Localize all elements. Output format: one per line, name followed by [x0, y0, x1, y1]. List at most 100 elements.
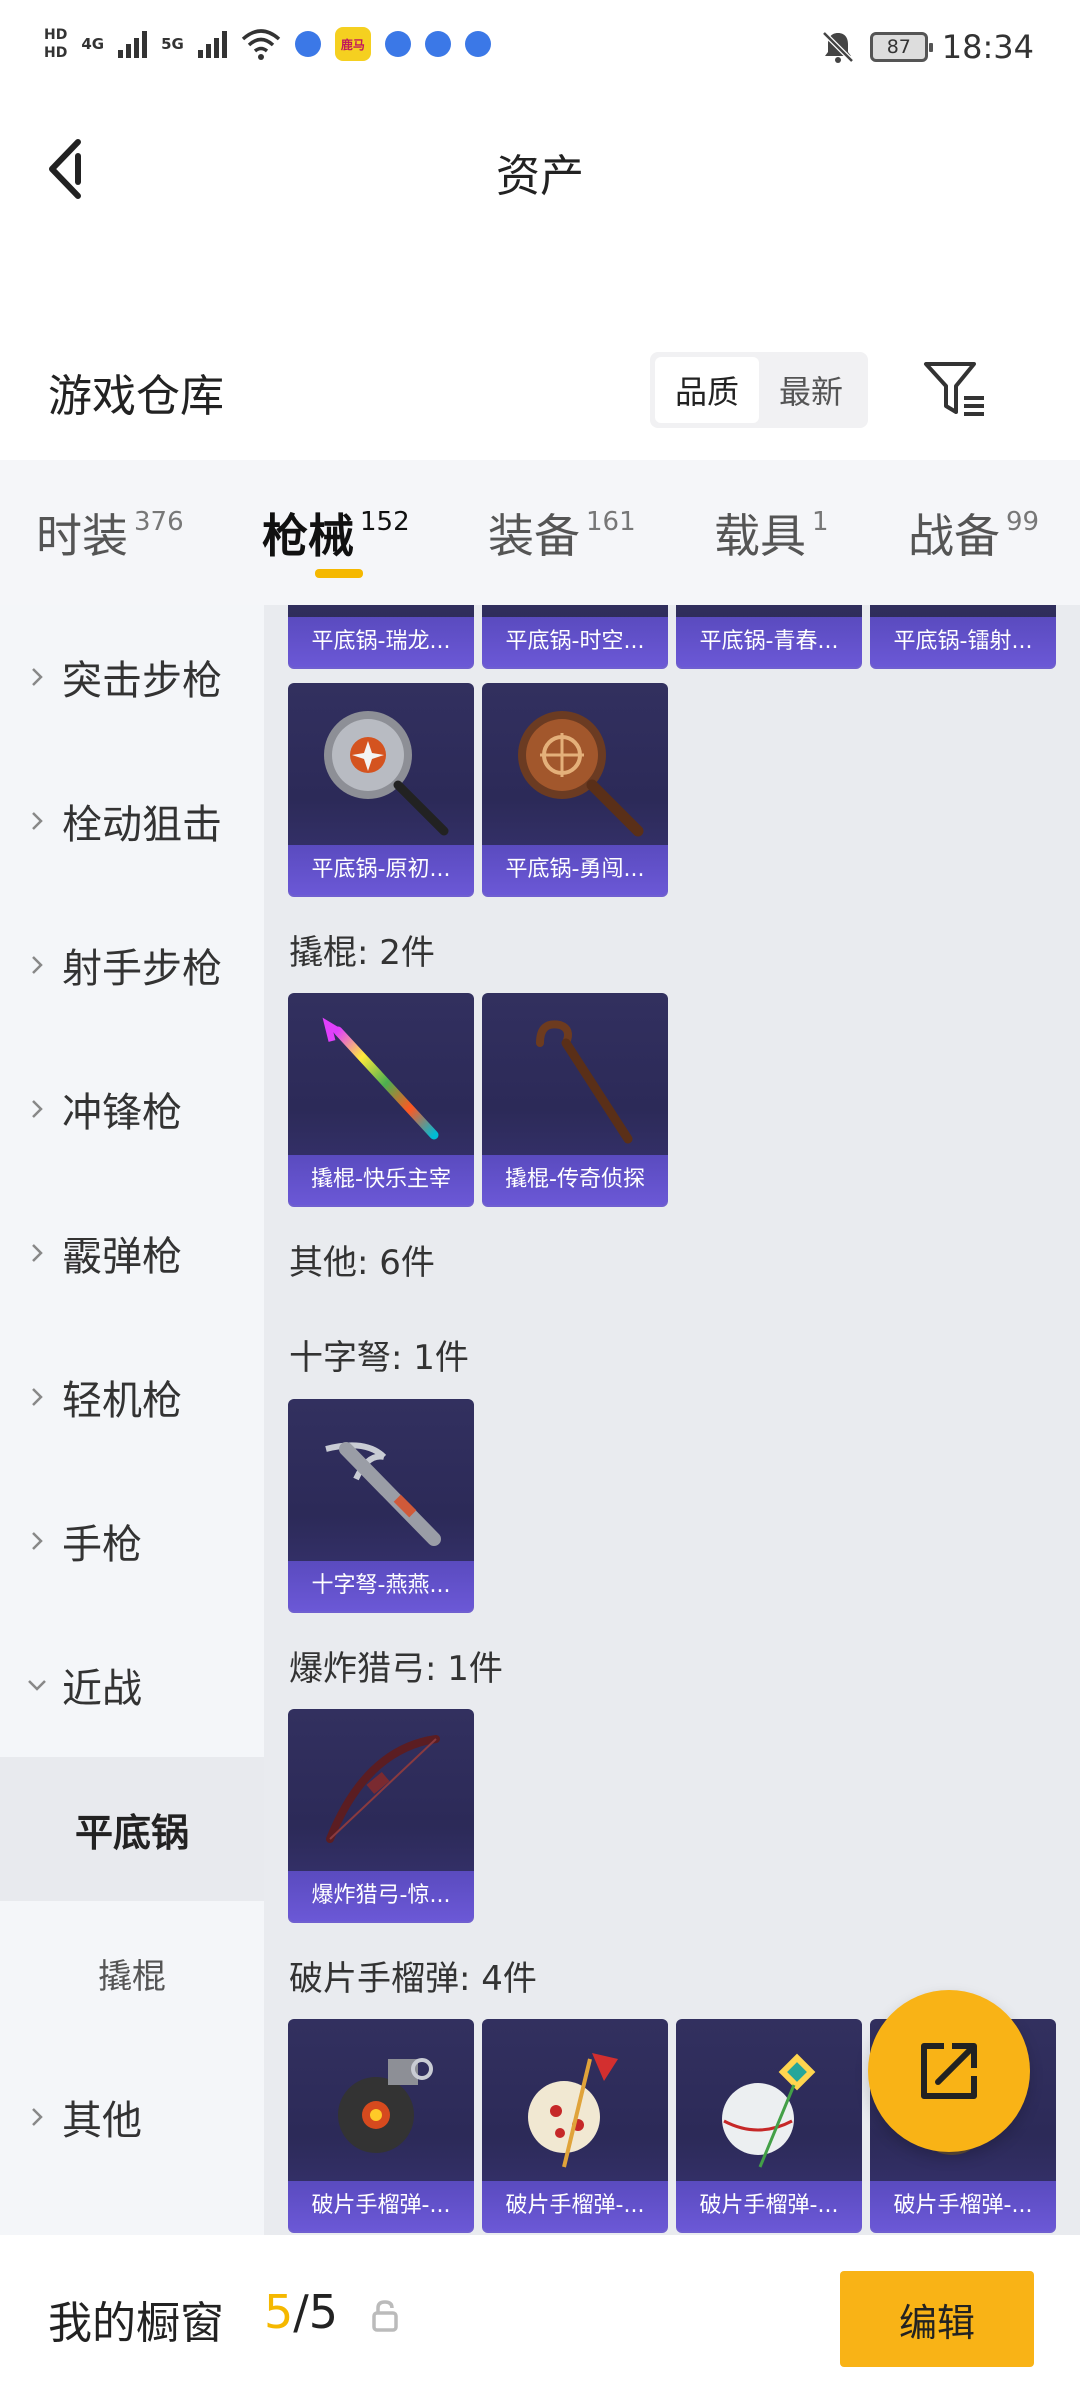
- app-notification-icon: [294, 31, 321, 57]
- sidebar-subitem-crowbar[interactable]: 撬棍: [0, 1901, 264, 2045]
- tab-fashion[interactable]: 时装 376: [36, 500, 184, 566]
- edit-button[interactable]: 编辑: [840, 2271, 1034, 2367]
- sidebar-item-assault-rifle[interactable]: 突击步枪: [0, 605, 264, 749]
- sidebar-subitem-pan[interactable]: 平底锅: [0, 1757, 264, 1901]
- tab-equipment[interactable]: 装备 161: [488, 500, 636, 566]
- tab-label: 装备: [488, 509, 580, 563]
- item-card[interactable]: 平底锅-瑞龙...: [288, 605, 474, 667]
- item-card[interactable]: 撬棍-快乐主宰: [288, 993, 474, 1205]
- chevron-down-icon: [28, 1680, 46, 1691]
- tab-vehicles[interactable]: 载具 1: [714, 500, 829, 566]
- sidebar-item-label: 霰弹枪: [62, 1234, 182, 1280]
- section-title-other: 其他: 6件: [289, 1243, 435, 1283]
- grenade-icon: [338, 2058, 433, 2153]
- section-title-explosive-bow: 爆炸猎弓: 1件: [289, 1649, 503, 1689]
- sidebar-item-marksman-rifle[interactable]: 射手步枪: [0, 893, 264, 1037]
- sidebar-item-lmg[interactable]: 轻机枪: [0, 1325, 264, 1469]
- item-card-label: 平底锅-青春...: [676, 617, 862, 667]
- item-card[interactable]: 平底锅-时空...: [482, 605, 668, 667]
- hd-label-2: HD: [44, 45, 68, 61]
- app-header: 资产: [0, 100, 1080, 240]
- lock-icon: [372, 2300, 398, 2332]
- signal-icon-2: [197, 30, 227, 58]
- chevron-right-icon: [32, 1532, 43, 1550]
- chevron-right-icon: [32, 956, 43, 974]
- item-card-label: 撬棍-传奇侦探: [482, 1155, 668, 1205]
- item-card[interactable]: 破片手榴弹-...: [288, 2019, 474, 2231]
- item-card-label: 破片手榴弹-...: [870, 2181, 1056, 2231]
- item-card[interactable]: 平底锅-勇闯...: [482, 683, 668, 895]
- sidebar-item-smg[interactable]: 冲锋枪: [0, 1037, 264, 1181]
- showcase-count: 5/5: [264, 2285, 338, 2339]
- chevron-right-icon: [32, 2108, 43, 2126]
- grenade-icon: [722, 2053, 816, 2168]
- item-card[interactable]: 破片手榴弹-...: [482, 2019, 668, 2231]
- chevron-right-icon: [32, 1244, 43, 1262]
- sidebar-item-melee[interactable]: 近战: [0, 1613, 264, 1757]
- sidebar-item-label: 冲锋枪: [62, 1090, 182, 1136]
- item-card-label: 撬棍-快乐主宰: [288, 1155, 474, 1205]
- battery-level: 87: [886, 36, 911, 58]
- bell-muted-icon: [822, 31, 854, 63]
- item-card[interactable]: 爆炸猎弓-惊...: [288, 1709, 474, 1921]
- bottom-bar: 我的橱窗 5/5 编辑: [0, 2235, 1080, 2400]
- app-notification-icon-4: [464, 31, 491, 57]
- frying-pan-icon: [518, 711, 644, 837]
- hd-indicator: HD HD: [44, 26, 67, 62]
- network-4g-label: 4G: [81, 35, 105, 53]
- item-card[interactable]: 平底锅-镭射...: [870, 605, 1056, 667]
- grenade-icon: [528, 2053, 618, 2168]
- sidebar-item-bolt-sniper[interactable]: 栓动狙击: [0, 749, 264, 893]
- tab-count: 152: [360, 507, 410, 537]
- chevron-right-icon: [32, 1388, 43, 1406]
- battery-icon: 87: [869, 32, 933, 62]
- status-right: 87 18:34: [820, 28, 1034, 66]
- sidebar-item-other[interactable]: 其他: [0, 2045, 264, 2189]
- status-bar: HD HD 4G 5G 鹿马 87 18:34: [0, 0, 1080, 100]
- section-title-crossbow: 十字弩: 1件: [289, 1338, 469, 1378]
- sidebar-item-pistol[interactable]: 手枪: [0, 1469, 264, 1613]
- cane-icon: [536, 1020, 633, 1144]
- chevron-right-icon: [32, 812, 43, 830]
- sidebar-item-label: 手枪: [62, 1522, 142, 1568]
- bow-icon: [326, 1735, 440, 1843]
- share-fab-button[interactable]: [868, 1990, 1030, 2152]
- item-card-label: 平底锅-勇闯...: [482, 845, 668, 895]
- showcase-label: 我的橱窗: [48, 2298, 224, 2349]
- app-notification-badge: 鹿马: [334, 27, 371, 61]
- item-card-label: 破片手榴弹-...: [482, 2181, 668, 2231]
- item-card[interactable]: 破片手榴弹-...: [676, 2019, 862, 2231]
- app-notification-icon-3: [424, 31, 451, 57]
- item-card[interactable]: 平底锅-原初...: [288, 683, 474, 895]
- item-card-label: 十字弩-燕燕...: [288, 1561, 474, 1611]
- sidebar-item-label: 其他: [62, 2098, 142, 2144]
- sidebar-item-shotgun[interactable]: 霰弹枪: [0, 1181, 264, 1325]
- sidebar-item-label: 突击步枪: [62, 658, 222, 704]
- tab-count: 161: [586, 507, 636, 537]
- showcase-total: 5: [308, 2285, 339, 2339]
- signal-icon: [118, 30, 148, 58]
- sidebar-item-label: 栓动狙击: [62, 802, 222, 848]
- tab-guns[interactable]: 枪械 152: [262, 500, 410, 566]
- tab-combat-supplies[interactable]: 战备 99: [908, 500, 1039, 566]
- item-card[interactable]: 十字弩-燕燕...: [288, 1399, 474, 1611]
- tab-count: 376: [134, 507, 184, 537]
- item-card-label: 破片手榴弹-...: [676, 2181, 862, 2231]
- item-card[interactable]: 撬棍-传奇侦探: [482, 993, 668, 1205]
- sidebar-item-label: 平底锅: [74, 1810, 189, 1855]
- item-card[interactable]: 平底锅-青春...: [676, 605, 862, 667]
- item-card-label: 平底锅-镭射...: [870, 617, 1056, 667]
- hd-label-1: HD: [44, 27, 68, 43]
- sidebar-item-label: 近战: [62, 1666, 142, 1712]
- sort-toggle: 品质 最新: [650, 352, 868, 428]
- sort-newest-button[interactable]: 最新: [759, 357, 863, 423]
- item-card-label: 爆炸猎弓-惊...: [288, 1871, 474, 1921]
- section-title-crowbar: 撬棍: 2件: [289, 933, 435, 973]
- filter-icon[interactable]: [920, 358, 990, 422]
- page-title: 资产: [496, 151, 584, 202]
- warehouse-row: 游戏仓库 品质 最新: [0, 340, 1080, 440]
- share-external-icon: [921, 2043, 977, 2099]
- sidebar-item-label: 射手步枪: [62, 946, 222, 992]
- sort-quality-button[interactable]: 品质: [655, 357, 759, 423]
- crossbow-icon: [325, 1442, 441, 1546]
